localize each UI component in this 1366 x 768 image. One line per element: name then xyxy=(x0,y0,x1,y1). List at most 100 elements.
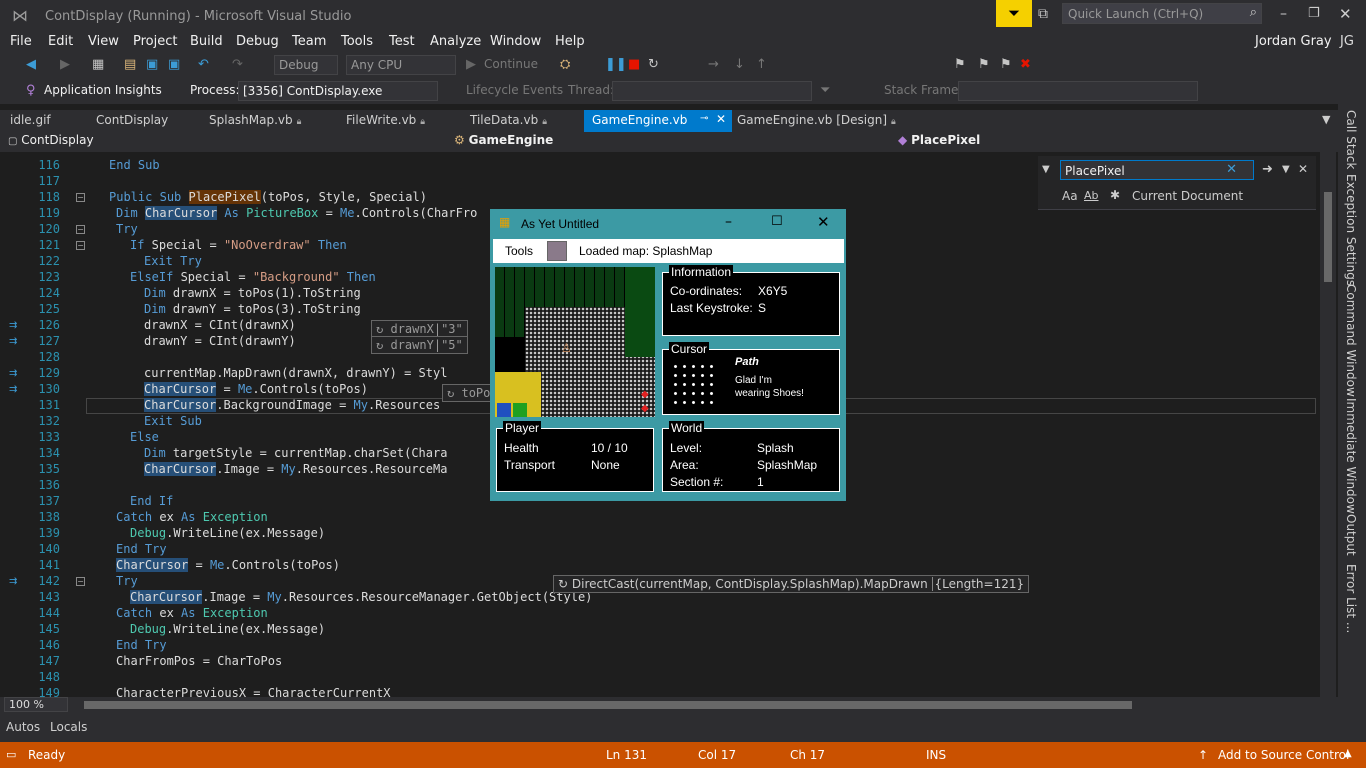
tab-call-stack[interactable]: Call Stack xyxy=(1344,110,1358,169)
save-all-icon[interactable]: ▣ xyxy=(168,57,180,72)
stop-icon[interactable]: ■ xyxy=(628,57,640,72)
code-line[interactable]: End If xyxy=(130,494,173,508)
fold-toggle-icon[interactable]: − xyxy=(76,193,85,202)
source-control-expand-icon[interactable]: ▲ xyxy=(1344,748,1352,759)
code-line[interactable]: CharacterPreviousX = CharacterCurrentX xyxy=(116,686,391,697)
tab-idle-gif[interactable]: idle.gif xyxy=(10,113,51,127)
stack-frame-select[interactable] xyxy=(958,81,1198,101)
forward-icon[interactable]: ▶ xyxy=(60,57,70,72)
tab-error-list[interactable]: Error List ... xyxy=(1344,564,1358,633)
code-line[interactable]: CharCursor = Me.Controls(toPos) xyxy=(116,558,340,572)
code-line[interactable]: End Try xyxy=(116,542,167,556)
whole-word-toggle[interactable]: Ab xyxy=(1084,189,1099,202)
code-line[interactable]: Exit Try xyxy=(144,254,202,268)
menu-build[interactable]: Build xyxy=(190,34,223,49)
close-button[interactable]: ✕ xyxy=(1339,5,1352,23)
code-line[interactable]: End Try xyxy=(116,638,167,652)
save-icon[interactable]: ▣ xyxy=(146,57,158,72)
close-find-icon[interactable]: ✕ xyxy=(1298,162,1308,176)
code-line[interactable]: CharFromPos = CharToPos xyxy=(116,654,282,668)
tab-command-window[interactable]: Command Window xyxy=(1344,284,1358,397)
app-close-button[interactable]: ✕ xyxy=(817,213,830,231)
tab-gameengine-active[interactable]: GameEngine.vb ⊸ ✕ xyxy=(584,110,732,132)
menu-test[interactable]: Test xyxy=(389,34,415,49)
tab-tiledata[interactable]: TileData.vb 🔒︎ xyxy=(470,113,547,127)
code-line[interactable]: CharCursor = Me.Controls(toPos) xyxy=(144,382,368,396)
bookmark-next-icon[interactable]: ⚑ xyxy=(1000,57,1012,72)
pin-icon[interactable]: ⊸ xyxy=(700,113,708,124)
close-tab-icon[interactable]: ✕ xyxy=(716,112,726,126)
regex-icon[interactable]: ✱ xyxy=(1110,188,1120,202)
code-line[interactable]: Catch ex As Exception xyxy=(116,510,268,524)
menu-team[interactable]: Team xyxy=(292,34,326,49)
vertical-scrollbar[interactable] xyxy=(1320,152,1336,697)
class-dropdown[interactable]: ⚙ GameEngine xyxy=(454,133,890,151)
code-line[interactable]: currentMap.MapDrawn(drawnX, drawnY) = St… xyxy=(144,366,447,380)
tab-gameengine-design[interactable]: GameEngine.vb [Design] 🔒︎ xyxy=(737,113,896,127)
collapse-find-icon[interactable]: ▼ xyxy=(1042,164,1050,175)
find-scope[interactable]: Current Document xyxy=(1132,189,1243,203)
app-window[interactable]: ▦ As Yet Untitled – ☐ ✕ Tools Loaded map… xyxy=(490,209,846,501)
attach-icon[interactable]: ⛭ xyxy=(560,57,570,72)
tab-autos[interactable]: Autos xyxy=(6,720,40,734)
datatip-mapdrawn[interactable]: ↻ DirectCast(currentMap, ContDisplay.Spl… xyxy=(553,575,1030,593)
horizontal-scrollbar-thumb[interactable] xyxy=(84,701,1132,709)
menu-debug[interactable]: Debug xyxy=(236,34,279,49)
redo-icon[interactable]: ↷ xyxy=(232,57,243,72)
code-line[interactable]: drawnY = CInt(drawnY) xyxy=(144,334,296,348)
tab-exception-settings[interactable]: Exception Settings xyxy=(1344,174,1358,286)
open-icon[interactable]: ▤ xyxy=(124,57,136,72)
code-line[interactable]: Dim targetStyle = currentMap.charSet(Cha… xyxy=(144,446,447,460)
code-line[interactable]: CharCursor.BackgroundImage = My.Resource… xyxy=(144,398,440,412)
code-line[interactable]: CharCursor.Image = My.Resources.Resource… xyxy=(144,462,447,476)
code-line[interactable]: ElseIf Special = "Background" Then xyxy=(130,270,376,284)
fold-toggle-icon[interactable]: − xyxy=(76,577,85,586)
map-view[interactable]: ♙ ◆ ◆ xyxy=(495,267,655,417)
thread-select[interactable] xyxy=(612,81,812,101)
tab-locals[interactable]: Locals xyxy=(50,720,87,734)
code-line[interactable]: Dim drawnX = toPos(1).ToString xyxy=(144,286,361,300)
tab-splashmap[interactable]: SplashMap.vb 🔒︎ xyxy=(209,113,301,127)
code-line[interactable]: drawnX = CInt(drawnX) xyxy=(144,318,296,332)
find-next-icon[interactable]: ➜ xyxy=(1262,162,1273,177)
code-line[interactable]: Else xyxy=(130,430,159,444)
minimize-button[interactable]: – xyxy=(1280,6,1287,22)
find-widget[interactable]: ▼ PlacePixel ✕ ➜ ▼ ✕ Aa Ab ✱ Current Doc… xyxy=(1038,156,1316,210)
bookmark-icon[interactable]: ⚑ xyxy=(954,57,966,72)
restart-icon[interactable]: ↻ xyxy=(648,57,659,72)
fold-toggle-icon[interactable]: − xyxy=(76,241,85,250)
menu-analyze[interactable]: Analyze xyxy=(430,34,481,49)
menu-view[interactable]: View xyxy=(88,34,119,49)
code-line[interactable]: Dim drawnY = toPos(3).ToString xyxy=(144,302,361,316)
tracepoint-icon[interactable]: ⇉ xyxy=(9,385,21,395)
user-name[interactable]: Jordan Gray xyxy=(1255,34,1332,49)
menu-project[interactable]: Project xyxy=(133,34,177,49)
step-into-icon[interactable]: → xyxy=(708,57,719,72)
code-line[interactable]: Try xyxy=(116,222,138,236)
application-insights-button[interactable]: Application Insights xyxy=(44,83,162,97)
user-avatar[interactable]: JG xyxy=(1340,34,1354,49)
code-line[interactable]: If Special = "NoOverdraw" Then xyxy=(130,238,347,252)
new-project-icon[interactable]: ▦ xyxy=(92,57,104,72)
configuration-select[interactable]: Debug xyxy=(274,55,338,75)
fold-toggle-icon[interactable]: − xyxy=(76,225,85,234)
menu-edit[interactable]: Edit xyxy=(48,34,73,49)
app-menu-tools[interactable]: Tools xyxy=(505,244,533,258)
tab-immediate-window[interactable]: Immediate Window xyxy=(1344,398,1358,514)
app-minimize-button[interactable]: – xyxy=(725,214,732,230)
bookmark-prev-icon[interactable]: ⚑ xyxy=(978,57,990,72)
menu-window[interactable]: Window xyxy=(490,34,541,49)
tracepoint-icon[interactable]: ⇉ xyxy=(9,369,21,379)
code-line[interactable]: Exit Sub xyxy=(144,414,202,428)
bookmark-clear-icon[interactable]: ✖ xyxy=(1020,57,1031,72)
notifications-icon[interactable]: ⧉ xyxy=(1038,6,1048,22)
tracepoint-icon[interactable]: ⇉ xyxy=(9,321,21,331)
feedback-button[interactable]: ⏷ xyxy=(996,0,1032,27)
datatip-drawny[interactable]: ↻ drawnY|"5" xyxy=(371,336,468,354)
zoom-select[interactable]: 100 % xyxy=(4,697,68,712)
tab-output[interactable]: Output xyxy=(1344,514,1358,556)
quick-launch-input[interactable]: Quick Launch (Ctrl+Q) ⌕ xyxy=(1062,3,1262,24)
code-line[interactable]: Try xyxy=(116,574,138,588)
menu-tools[interactable]: Tools xyxy=(341,34,373,49)
tracepoint-icon[interactable]: ⇉ xyxy=(9,337,21,347)
